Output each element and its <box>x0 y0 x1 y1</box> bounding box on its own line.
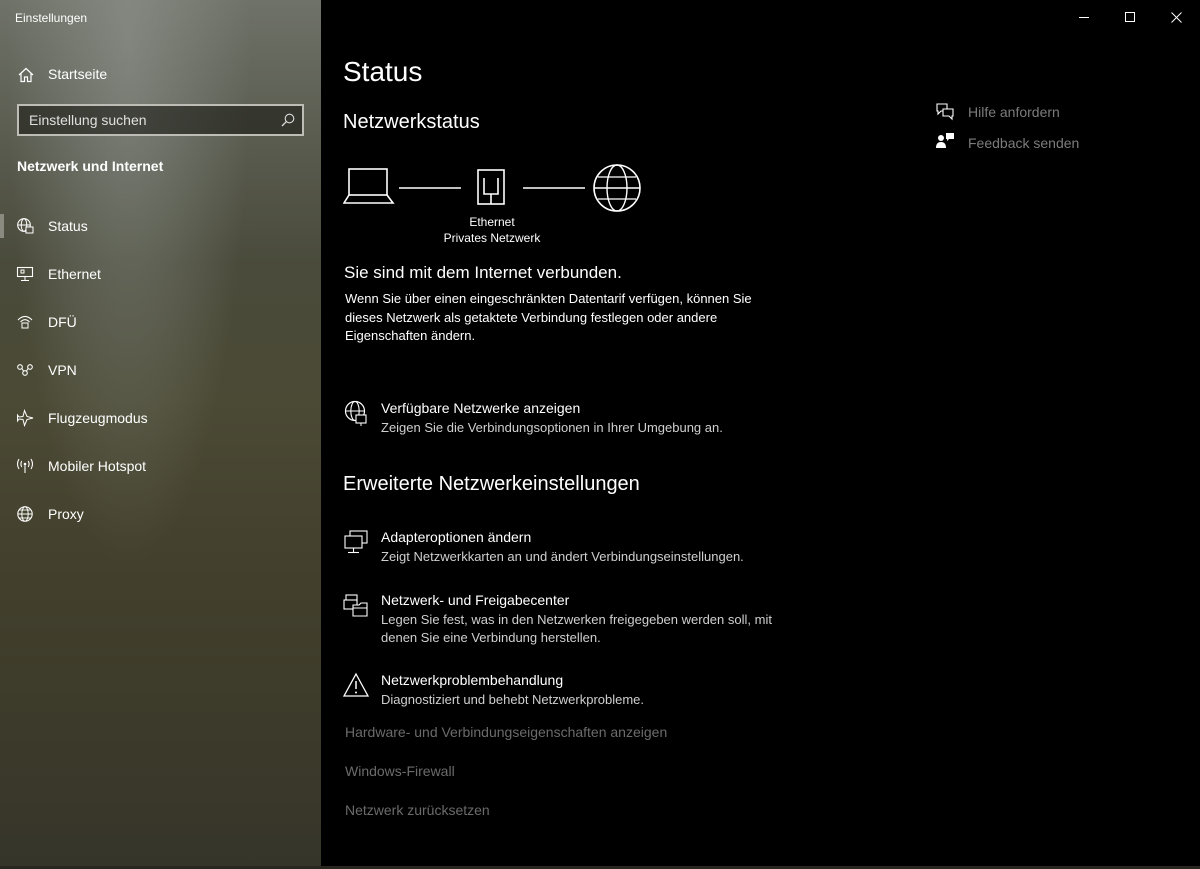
hotspot-icon <box>16 458 34 473</box>
laptop-icon <box>343 168 395 204</box>
globe-icon <box>17 506 33 522</box>
sidebar-item-label: Ethernet <box>48 266 101 282</box>
sidebar-item-airplane[interactable]: Flugzeugmodus <box>0 402 321 450</box>
feedback-link[interactable]: Feedback senden <box>935 132 1135 154</box>
sidebar-item-dfu[interactable]: DFÜ <box>0 306 321 354</box>
sidebar-nav: Status Ethernet DFÜ VPN Flugzeugmodus Mo… <box>0 210 321 546</box>
connection-name: Ethernet <box>469 215 515 229</box>
section-title: Netzwerk und Internet <box>17 158 164 174</box>
home-icon <box>18 67 34 83</box>
sidebar-item-proxy[interactable]: Proxy <box>0 498 321 546</box>
search-box <box>17 104 304 136</box>
adapter-options-desc: Zeigt Netzwerkkarten an und ändert Verbi… <box>381 549 744 564</box>
ethernet-port-icon <box>477 169 505 205</box>
maximize-icon <box>1125 12 1135 22</box>
available-networks-desc: Zeigen Sie die Verbindungsoptionen in Ih… <box>381 420 723 435</box>
window-title: Einstellungen <box>15 11 88 25</box>
feedback-label: Feedback senden <box>968 135 1080 151</box>
globe-status-icon <box>17 218 34 234</box>
ethernet-icon <box>16 266 34 281</box>
sidebar: Einstellungen Startseite Netzwerk und In… <box>0 0 321 869</box>
advanced-settings-heading: Erweiterte Netzwerkeinstellungen <box>343 473 640 495</box>
network-diagram: Ethernet Privates Netzwerk <box>343 163 653 253</box>
metered-connection-description: Wenn Sie über einen eingeschränkten Date… <box>345 291 752 344</box>
warning-icon <box>343 672 369 697</box>
sharing-center-link[interactable]: Netzwerk- und Freigabecenter Legen Sie f… <box>343 592 803 646</box>
troubleshoot-desc: Diagnostiziert und behebt Netzwerkproble… <box>381 692 645 707</box>
network-type: Privates Netzwerk <box>443 231 541 245</box>
sidebar-item-status[interactable]: Status <box>0 210 321 258</box>
adapter-icon <box>344 530 368 554</box>
sidebar-item-label: Flugzeugmodus <box>48 410 148 426</box>
available-networks-link[interactable]: Verfügbare Netzwerke anzeigen Zeigen Sie… <box>343 400 803 440</box>
minimize-button[interactable] <box>1061 0 1107 34</box>
sidebar-home-label: Startseite <box>48 66 108 82</box>
windows-firewall-link[interactable]: Windows-Firewall <box>345 763 455 779</box>
sharing-center-desc: Legen Sie fest, was in den Netzwerken fr… <box>381 612 772 645</box>
hardware-properties-link[interactable]: Hardware- und Verbindungseigenschaften a… <box>345 724 667 740</box>
sidebar-item-label: Mobiler Hotspot <box>48 458 147 474</box>
maximize-button[interactable] <box>1107 0 1153 34</box>
sidebar-item-ethernet[interactable]: Ethernet <box>0 258 321 306</box>
sharing-center-title: Netzwerk- und Freigabecenter <box>381 592 570 608</box>
dial-up-icon <box>17 315 33 329</box>
close-icon <box>1171 12 1182 23</box>
get-help-label: Hilfe anfordern <box>968 104 1060 120</box>
network-status-heading: Netzwerkstatus <box>343 111 480 133</box>
troubleshoot-link[interactable]: Netzwerkproblembehandlung Diagnostiziert… <box>343 672 803 712</box>
search-input[interactable] <box>19 106 279 134</box>
feedback-icon <box>936 133 954 148</box>
page-title: Status <box>343 56 423 87</box>
internet-globe-icon <box>593 164 641 212</box>
connection-status-text: Sie sind mit dem Internet verbunden. <box>344 263 622 282</box>
get-help-link[interactable]: Hilfe anfordern <box>935 101 1135 123</box>
close-button[interactable] <box>1153 0 1199 34</box>
sidebar-item-label: Status <box>48 218 88 234</box>
search-icon[interactable] <box>280 112 296 128</box>
adapter-options-title: Adapteroptionen ändern <box>381 529 532 545</box>
vpn-icon <box>17 364 33 376</box>
available-networks-title: Verfügbare Netzwerke anzeigen <box>381 400 581 416</box>
sidebar-home[interactable]: Startseite <box>0 58 321 90</box>
network-reset-link[interactable]: Netzwerk zurücksetzen <box>345 802 490 818</box>
adapter-options-link[interactable]: Adapteroptionen ändern Zeigt Netzwerkkar… <box>343 529 803 569</box>
globe-network-icon <box>344 400 367 426</box>
sidebar-item-label: VPN <box>48 362 77 378</box>
airplane-icon <box>17 409 34 427</box>
sidebar-item-vpn[interactable]: VPN <box>0 354 321 402</box>
troubleshoot-title: Netzwerkproblembehandlung <box>381 672 564 688</box>
sidebar-item-label: DFÜ <box>48 314 77 330</box>
sidebar-item-hotspot[interactable]: Mobiler Hotspot <box>0 450 321 498</box>
sharing-center-icon <box>343 594 368 617</box>
sidebar-item-label: Proxy <box>48 506 84 522</box>
minimize-icon <box>1079 17 1089 18</box>
help-chat-icon <box>936 103 954 121</box>
